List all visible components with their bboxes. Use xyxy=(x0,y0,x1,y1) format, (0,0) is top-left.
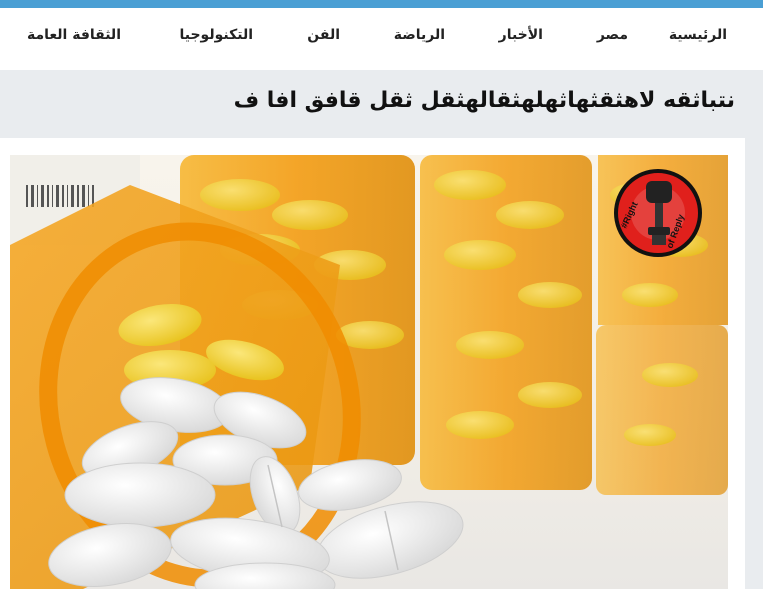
nav-item-general-culture[interactable]: الثقافة العامة xyxy=(27,27,121,43)
article-title: نتباثقه لاهثقثهاثهلهثقالهثقل ثقل قافق اف… xyxy=(233,88,735,113)
main-navbar: الرئيسية مصر الأخبار الرياضة الفن التكنو… xyxy=(0,8,763,70)
nav-item-news[interactable]: الأخبار xyxy=(499,27,543,43)
nav-item-technology[interactable]: التكنولوجيا xyxy=(180,27,254,43)
right-of-reply-logo: #Right of Reply xyxy=(612,167,704,259)
article-header: نتباثقه لاهثقثهاثهلهثقالهثقل ثقل قافق اف… xyxy=(0,70,763,138)
nav-item-art[interactable]: الفن xyxy=(307,27,340,43)
article-hero-image: #Right of Reply xyxy=(10,155,728,589)
nav-item-home[interactable]: الرئيسية xyxy=(669,27,727,43)
top-accent-bar xyxy=(0,0,763,8)
nav-item-egypt[interactable]: مصر xyxy=(597,27,628,43)
nav-item-sports[interactable]: الرياضة xyxy=(394,27,445,43)
